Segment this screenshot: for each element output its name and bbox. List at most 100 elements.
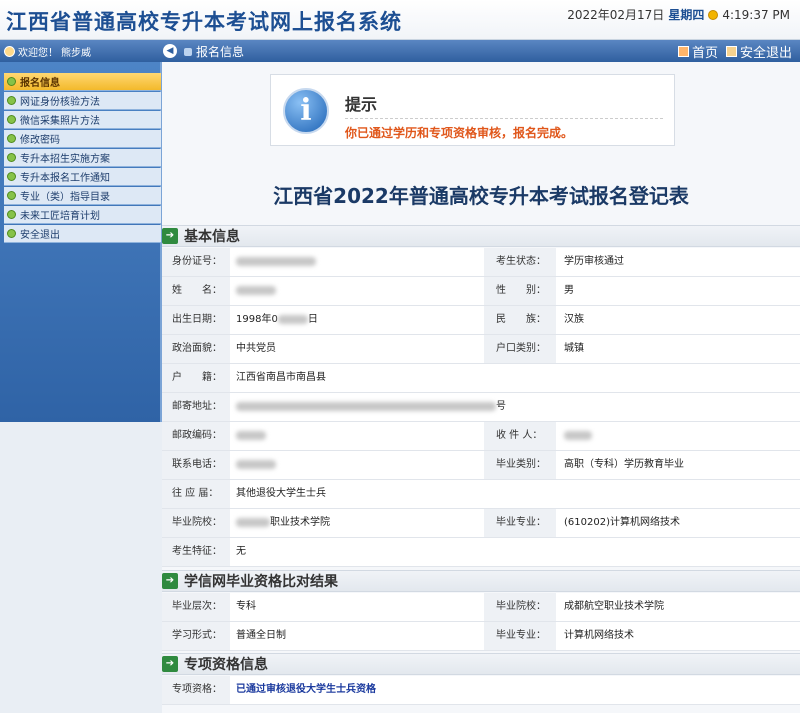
- address-suffix: 号: [496, 401, 506, 412]
- field-label: 毕业专业：: [484, 509, 556, 537]
- address-value: 号: [230, 393, 506, 421]
- welcome-message: 欢迎您！ 熊步威: [4, 44, 91, 59]
- clock-icon: [708, 9, 719, 20]
- table-row: 考生特征： 无: [162, 538, 800, 567]
- sidebar-item-logout[interactable]: 安全退出: [4, 225, 161, 243]
- name-value: [230, 277, 276, 305]
- table-row: 毕业院校： 职业技术学院 毕业专业： (610202)计算机网络技术: [162, 509, 800, 538]
- field-label: 姓 名：: [162, 277, 230, 305]
- logout-link[interactable]: 安全退出: [725, 42, 792, 61]
- nav-bar: 欢迎您！ 熊步威 ◀ 报名信息 首页 安全退出: [0, 40, 800, 62]
- table-row: 身份证号： 考生状态： 学历审核通过: [162, 248, 800, 277]
- sidebar-item-label: 修改密码: [20, 135, 60, 146]
- arrow-right-icon: ➔: [162, 228, 178, 244]
- bullet-icon: [7, 115, 16, 124]
- bullet-icon: [7, 134, 16, 143]
- username: 熊步威: [61, 48, 91, 59]
- field-label: 毕业层次：: [162, 593, 230, 621]
- field-label: 性 别：: [484, 277, 556, 305]
- hukou-type-value: 城镇: [564, 343, 584, 354]
- sidebar-item-label: 专业（类）指导目录: [20, 192, 110, 203]
- breadcrumb-text: 报名信息: [196, 45, 245, 59]
- notice-box: i 提示 你已通过学历和专项资格审核，报名完成。: [270, 74, 675, 146]
- table-row: 户 籍： 江西省南昌市南昌县: [162, 364, 800, 393]
- home-label: 首页: [691, 46, 718, 61]
- breadcrumb: 报名信息: [184, 43, 244, 60]
- hukou-value: 江西省南昌市南昌县: [236, 372, 326, 383]
- receiver-value: [556, 422, 592, 450]
- arrow-right-icon: ➔: [162, 573, 178, 589]
- breadcrumb-icon: [184, 47, 192, 56]
- sidebar-item-craftsman[interactable]: 未来工匠培育计划: [4, 206, 161, 224]
- field-label: 出生日期：: [162, 306, 230, 334]
- sidebar: 报名信息 网证身份核验方法 微信采集照片方法 修改密码 专升本招生实施方案 专升…: [0, 62, 162, 422]
- section-title: 基本信息: [184, 229, 240, 245]
- field-label: 邮政编码：: [162, 422, 230, 450]
- sidebar-item-id-verify[interactable]: 网证身份核验方法: [4, 92, 161, 110]
- sidebar-item-plan[interactable]: 专升本招生实施方案: [4, 149, 161, 167]
- sidebar-item-label: 安全退出: [20, 230, 60, 241]
- collapse-sidebar-icon[interactable]: ◀: [163, 44, 177, 58]
- field-label: 民 族：: [484, 306, 556, 334]
- user-icon: [4, 46, 15, 57]
- section-basic-info: ➔ 基本信息: [162, 225, 800, 247]
- field-label: 政治面貌：: [162, 335, 230, 363]
- bullet-icon: [7, 96, 16, 105]
- prev-value: 其他退役大学生士兵: [236, 488, 326, 499]
- main-content: i 提示 你已通过学历和专项资格审核，报名完成。 江西省2022年普通高校专升本…: [162, 62, 800, 713]
- field-label: 户口类别：: [484, 335, 556, 363]
- status-value: 学历审核通过: [564, 256, 624, 267]
- sidebar-item-registration-info[interactable]: 报名信息: [4, 73, 161, 91]
- logout-label: 安全退出: [739, 46, 792, 61]
- table-row: 专项资格： 已通过审核退役大学生士兵资格: [162, 676, 800, 705]
- sidebar-item-password[interactable]: 修改密码: [4, 130, 161, 148]
- political-value: 中共党员: [236, 343, 276, 354]
- birth-suffix: 日: [307, 314, 318, 325]
- level-value: 专科: [236, 601, 256, 612]
- sidebar-item-label: 网证身份核验方法: [20, 97, 100, 108]
- sidebar-item-label: 报名信息: [20, 78, 60, 89]
- school-value: 职业技术学院: [230, 509, 330, 537]
- phone-value: [230, 451, 276, 479]
- birth-value: 1998年0 日: [230, 306, 318, 334]
- table-row: 学习形式： 普通全日制 毕业专业： 计算机网络技术: [162, 622, 800, 651]
- feature-value: 无: [236, 546, 246, 557]
- bullet-icon: [7, 191, 16, 200]
- bullet-icon: [7, 77, 16, 86]
- sidebar-item-notice[interactable]: 专升本报名工作通知: [4, 168, 161, 186]
- school-text: 职业技术学院: [270, 517, 330, 528]
- table-row: 毕业层次： 专科 毕业院校： 成都航空职业技术学院: [162, 593, 800, 622]
- app-header: 江西省普通高校专升本考试网上报名系统 2022年02月17日 星期四 4:19:…: [0, 0, 800, 40]
- grad-type-value: 高职（专科）学历教育毕业: [564, 459, 684, 470]
- section-title: 专项资格信息: [184, 657, 268, 673]
- field-label: 毕业类别：: [484, 451, 556, 479]
- field-label: 考生特征：: [162, 538, 230, 566]
- table-row: 姓 名： 性 别： 男: [162, 277, 800, 306]
- bullet-icon: [7, 172, 16, 181]
- sidebar-item-label: 专升本招生实施方案: [20, 154, 110, 165]
- major-value: (610202)计算机网络技术: [564, 517, 680, 528]
- field-label: 毕业院校：: [484, 593, 556, 621]
- field-label: 收 件 人：: [484, 422, 556, 450]
- home-link[interactable]: 首页: [677, 42, 718, 61]
- chsi-school-value: 成都航空职业技术学院: [564, 601, 664, 612]
- date-text: 2022年02月17日: [567, 8, 665, 22]
- weekday-text: 星期四: [668, 8, 705, 22]
- gender-value: 男: [564, 285, 574, 296]
- divider: [345, 118, 663, 119]
- sidebar-item-catalog[interactable]: 专业（类）指导目录: [4, 187, 161, 205]
- sidebar-item-label: 微信采集照片方法: [20, 116, 100, 127]
- notice-message: 你已通过学历和专项资格审核，报名完成。: [345, 126, 574, 140]
- field-label: 毕业专业：: [484, 622, 556, 650]
- ethnic-value: 汉族: [564, 314, 584, 325]
- section-title: 学信网毕业资格比对结果: [184, 574, 338, 590]
- datetime: 2022年02月17日 星期四 4:19:37 PM: [567, 6, 790, 23]
- sidebar-item-label: 未来工匠培育计划: [20, 211, 100, 222]
- system-title: 江西省普通高校专升本考试网上报名系统: [6, 10, 402, 34]
- field-label: 联系电话：: [162, 451, 230, 479]
- bullet-icon: [7, 210, 16, 219]
- section-special-qualification: ➔ 专项资格信息: [162, 653, 800, 675]
- postcode-value: [230, 422, 266, 450]
- home-icon: [677, 46, 689, 57]
- sidebar-item-photo[interactable]: 微信采集照片方法: [4, 111, 161, 129]
